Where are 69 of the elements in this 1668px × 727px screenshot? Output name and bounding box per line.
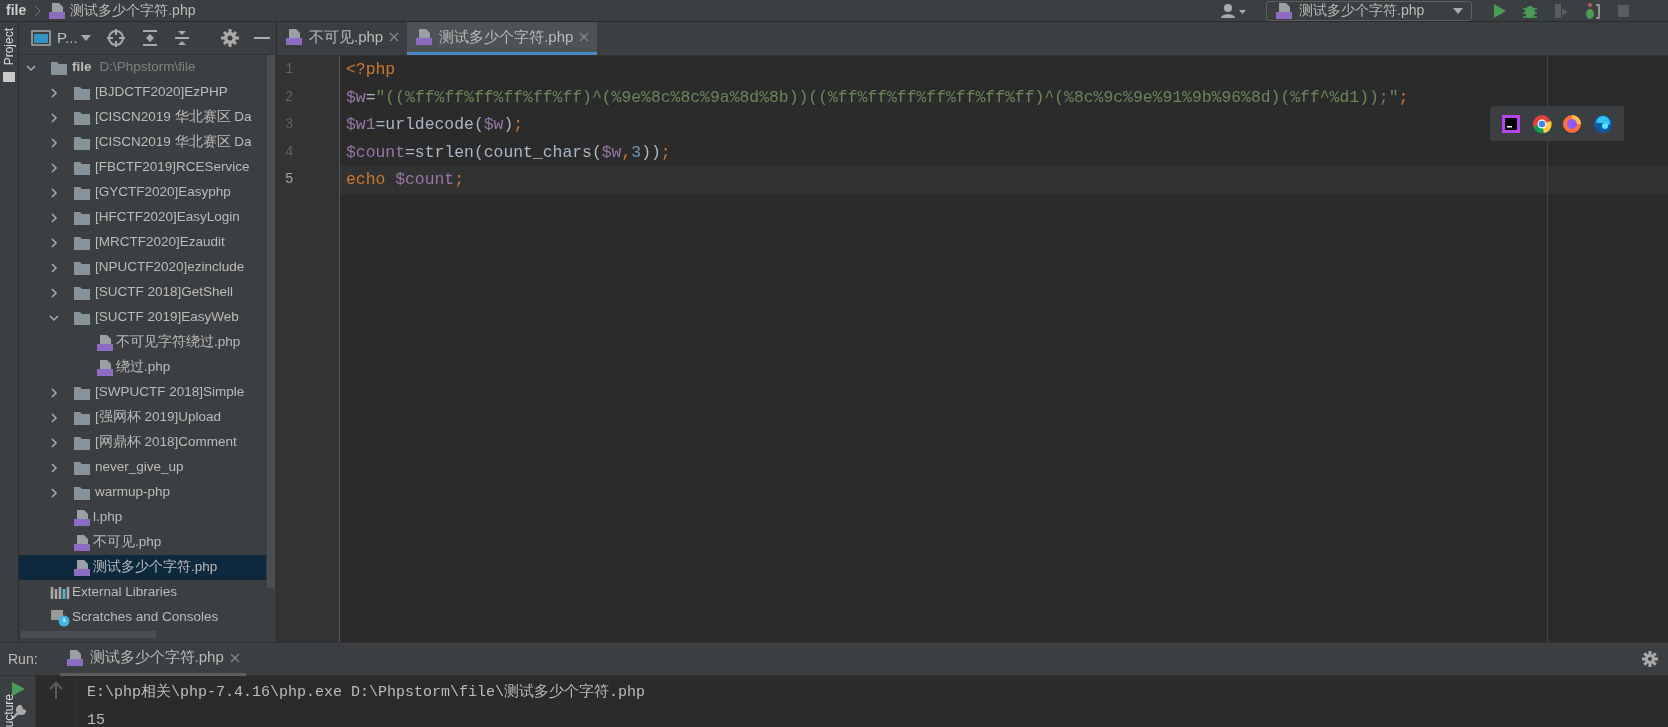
collapse-all-icon[interactable]: [172, 29, 191, 47]
caret-icon: [1453, 7, 1463, 14]
user-icon[interactable]: [1220, 2, 1248, 19]
editor-tab[interactable]: 不可见.php: [277, 22, 408, 55]
tree-item[interactable]: [HFCTF2020]EasyLogin: [19, 205, 266, 230]
bug-icon[interactable]: [1583, 1, 1601, 20]
tree-item[interactable]: [SUCTF 2018]GetShell: [19, 280, 266, 305]
editor-tab[interactable]: 测试多少个字符.php: [407, 22, 598, 55]
view-dropdown[interactable]: P...: [51, 26, 91, 50]
tree-item[interactable]: warmup-php: [19, 480, 266, 505]
breadcrumb-item[interactable]: 测试多少个字符.php: [70, 0, 196, 21]
close-icon[interactable]: [389, 32, 400, 42]
php-file-icon: [1275, 1, 1293, 20]
phpstorm-icon[interactable]: [1501, 113, 1522, 134]
tree-item[interactable]: 绕过.php: [19, 355, 266, 380]
tree-item[interactable]: [NPUCTF2020]ezinclude: [19, 255, 266, 280]
locate-icon[interactable]: [106, 29, 125, 47]
library-icon: [50, 584, 70, 601]
tree-item[interactable]: [MRCTF2020]Ezaudit: [19, 230, 266, 255]
php-file-icon: [285, 28, 303, 46]
php-file-icon: [96, 333, 114, 352]
run-configuration-dropdown[interactable]: 测试多少个字符.php: [1266, 0, 1472, 21]
tree-item[interactable]: [SWPUCTF 2018]Simple: [19, 380, 266, 405]
window-icon: [31, 29, 51, 47]
tree-item[interactable]: [GYCTF2020]Easyphp: [19, 180, 266, 205]
panel-title: Run:: [8, 649, 38, 669]
close-icon[interactable]: [229, 652, 240, 663]
run-tab[interactable]: 测试多少个字符.php: [59, 642, 246, 676]
scratches-icon: [50, 608, 70, 627]
code-line: <?php: [346, 59, 396, 81]
php-file-icon: [48, 1, 67, 20]
scrollbar[interactable]: [267, 55, 275, 588]
tree-item[interactable]: never_give_up: [19, 455, 266, 480]
tree-item[interactable]: [BJDCTF2020]EzPHP: [19, 80, 266, 105]
tree-item[interactable]: 不可见.php: [19, 530, 266, 555]
php-file-icon: [415, 28, 434, 46]
tree-item[interactable]: file D:\Phpstorm\file: [19, 55, 266, 80]
output-line: E:\php相关\php-7.4.16\php.exe D:\Phpstorm\file\测试多少个字符.php: [87, 682, 646, 703]
php-file-icon: [96, 358, 114, 377]
code-line: $count=strlen(count_chars($w,3));: [346, 141, 671, 164]
tree-item[interactable]: [网鼎杯 2018]Comment: [19, 430, 266, 455]
tree-item[interactable]: External Libraries: [19, 580, 266, 605]
tree-item[interactable]: l.php: [19, 505, 266, 530]
edge-icon[interactable]: [1592, 113, 1613, 134]
php-file-icon: [73, 533, 91, 552]
tree-item[interactable]: [CISCN2019 华北赛区 Da: [19, 105, 266, 130]
settings-icon[interactable]: [220, 29, 239, 47]
line-number: 5: [284, 170, 295, 189]
tree-item[interactable]: Scratches and Consoles: [19, 605, 266, 630]
output-line: 15: [87, 711, 106, 727]
php-file-icon: [73, 558, 91, 577]
expand-all-icon[interactable]: [140, 29, 159, 47]
tree-item[interactable]: 测试多少个字符.php: [19, 555, 266, 580]
code-line: $w1=urldecode($w);: [346, 114, 524, 136]
tree-item[interactable]: [CISCN2019 华北赛区 Da: [19, 130, 266, 155]
tool-window-tab[interactable]: Project: [0, 28, 18, 66]
folder-path: D:\Phpstorm\file: [99, 58, 196, 77]
php-file-icon: [65, 648, 84, 667]
tree-item[interactable]: [SUCTF 2019]EasyWeb: [19, 305, 266, 330]
caret-icon: [80, 35, 91, 41]
chrome-icon[interactable]: [1531, 113, 1552, 134]
code-line: $w="((%ff%ff%ff%ff%ff%ff)^(%9e%8c%8c%9a%8d%8b))((%ff%ff%ff%ff%ff%ff%ff)^(%8c%9c%9e%91%9b%96%8d)(%ff^%d1));";: [346, 86, 1409, 109]
breadcrumb-item[interactable]: file: [6, 0, 27, 21]
php-file-icon: [73, 508, 91, 527]
tree-item[interactable]: [强网杯 2019]Upload: [19, 405, 266, 430]
settings-icon[interactable]: [1642, 651, 1658, 667]
tree-item[interactable]: [FBCTF2019]RCEService: [19, 155, 266, 180]
firefox-icon[interactable]: [1562, 113, 1583, 134]
tree-item[interactable]: 不可见字符绕过.php: [19, 330, 266, 355]
